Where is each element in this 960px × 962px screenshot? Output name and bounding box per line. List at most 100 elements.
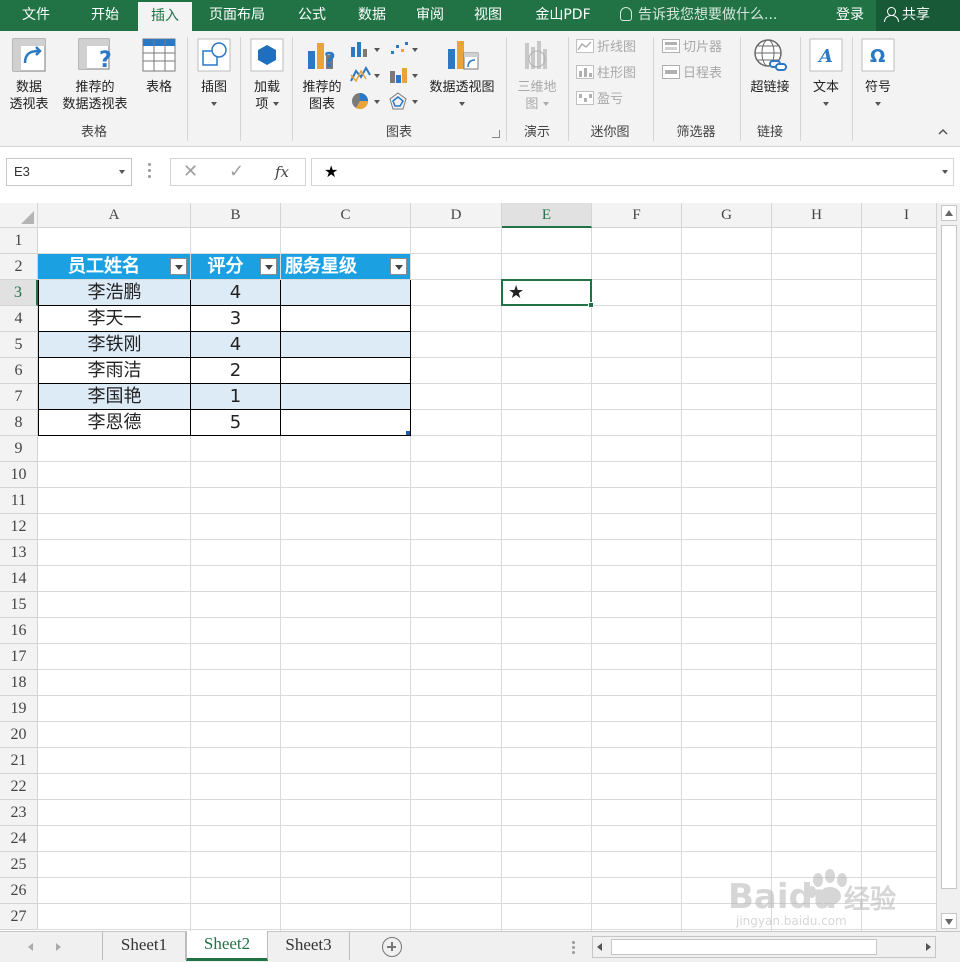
statistic-chart-dropdown[interactable] bbox=[388, 65, 422, 85]
row-header-15[interactable]: 15 bbox=[0, 592, 38, 618]
row-header-16[interactable]: 16 bbox=[0, 618, 38, 644]
table-cell-b5[interactable]: 4 bbox=[191, 332, 281, 358]
recommended-pivot-button[interactable]: ? 推荐的 数据透视表 bbox=[56, 37, 134, 113]
illustrations-button[interactable]: 插图 bbox=[194, 37, 234, 113]
sheet-tab-sheet1[interactable]: Sheet1 bbox=[102, 932, 186, 960]
table-cell-b4[interactable]: 3 bbox=[191, 306, 281, 332]
sheet-tab-sheet3[interactable]: Sheet3 bbox=[268, 932, 350, 960]
row-header-1[interactable]: 1 bbox=[0, 228, 38, 254]
sparkline-line-button[interactable]: 折线图 bbox=[576, 37, 636, 59]
row-header-27[interactable]: 27 bbox=[0, 904, 38, 930]
scroll-up-icon[interactable] bbox=[941, 205, 957, 221]
table-cell-c6[interactable] bbox=[281, 358, 411, 384]
tab-home[interactable]: 开始 bbox=[74, 0, 136, 31]
sparkline-winloss-button[interactable]: 盈亏 bbox=[576, 89, 623, 111]
row-header-9[interactable]: 9 bbox=[0, 436, 38, 462]
row-header-17[interactable]: 17 bbox=[0, 644, 38, 670]
drag-handle-icon[interactable] bbox=[148, 163, 152, 181]
table-cell-a4[interactable]: 李天一 bbox=[38, 306, 191, 332]
row-header-18[interactable]: 18 bbox=[0, 670, 38, 696]
row-header-12[interactable]: 12 bbox=[0, 514, 38, 540]
expand-formula-icon[interactable] bbox=[942, 170, 948, 174]
table-cell-c4[interactable] bbox=[281, 306, 411, 332]
column-header-b[interactable]: B bbox=[191, 203, 281, 228]
pivot-chart-button[interactable]: 数据透视图 bbox=[424, 37, 500, 113]
table-cell-c3[interactable] bbox=[281, 280, 411, 306]
insert-function-icon[interactable]: fx bbox=[275, 159, 289, 185]
scroll-left-icon[interactable] bbox=[597, 943, 602, 951]
tab-formulas[interactable]: 公式 bbox=[284, 0, 340, 31]
pie-chart-dropdown[interactable] bbox=[350, 91, 384, 111]
row-header-14[interactable]: 14 bbox=[0, 566, 38, 592]
filter-dropdown-icon[interactable] bbox=[260, 258, 277, 275]
row-header-21[interactable]: 21 bbox=[0, 748, 38, 774]
row-header-4[interactable]: 4 bbox=[0, 306, 38, 332]
scroll-thumb[interactable] bbox=[941, 225, 957, 889]
column-header-h[interactable]: H bbox=[772, 203, 862, 228]
tell-me-search[interactable]: 告诉我您想要做什么... bbox=[620, 0, 777, 31]
column-header-a[interactable]: A bbox=[38, 203, 191, 228]
3d-map-button[interactable]: 三维地 图 bbox=[512, 37, 562, 113]
row-header-6[interactable]: 6 bbox=[0, 358, 38, 384]
tab-file[interactable]: 文件 bbox=[4, 0, 68, 31]
login-link[interactable]: 登录 bbox=[836, 0, 864, 31]
tab-view[interactable]: 视图 bbox=[462, 0, 514, 31]
sheet-tab-sheet2[interactable]: Sheet2 bbox=[186, 931, 268, 961]
column-header-d[interactable]: D bbox=[411, 203, 502, 228]
select-all-corner[interactable] bbox=[0, 203, 38, 228]
row-header-5[interactable]: 5 bbox=[0, 332, 38, 358]
table-cell-b7[interactable]: 1 bbox=[191, 384, 281, 410]
table-header-a[interactable]: 员工姓名 bbox=[38, 254, 190, 279]
table-cell-c5[interactable] bbox=[281, 332, 411, 358]
text-button[interactable]: A 文本 bbox=[804, 37, 848, 113]
column-header-e[interactable]: E bbox=[502, 203, 592, 228]
row-header-22[interactable]: 22 bbox=[0, 774, 38, 800]
timeline-button[interactable]: 日程表 bbox=[662, 63, 722, 85]
active-cell-e3[interactable]: ★ bbox=[501, 279, 594, 308]
add-sheet-icon[interactable] bbox=[382, 937, 402, 957]
table-cell-a5[interactable]: 李铁刚 bbox=[38, 332, 191, 358]
slicer-button[interactable]: 切片器 bbox=[662, 37, 722, 59]
table-cell-a6[interactable]: 李雨洁 bbox=[38, 358, 191, 384]
vertical-scrollbar[interactable] bbox=[936, 203, 960, 931]
share-button[interactable]: 共享 bbox=[876, 0, 960, 31]
table-cell-a3[interactable]: 李浩鹏 bbox=[38, 280, 191, 306]
formula-input[interactable]: ★ bbox=[311, 158, 954, 186]
row-header-11[interactable]: 11 bbox=[0, 488, 38, 514]
row-header-25[interactable]: 25 bbox=[0, 852, 38, 878]
row-header-3[interactable]: 3 bbox=[0, 280, 38, 306]
row-header-2[interactable]: 2 bbox=[0, 254, 38, 280]
table-cell-b8[interactable]: 5 bbox=[191, 410, 281, 436]
name-box[interactable]: E3 bbox=[6, 158, 132, 186]
table-cell-a7[interactable]: 李国艳 bbox=[38, 384, 191, 410]
row-header-13[interactable]: 13 bbox=[0, 540, 38, 566]
row-header-20[interactable]: 20 bbox=[0, 722, 38, 748]
filter-dropdown-icon[interactable] bbox=[170, 258, 187, 275]
column-header-f[interactable]: F bbox=[592, 203, 682, 228]
tab-data[interactable]: 数据 bbox=[346, 0, 398, 31]
table-cell-a8[interactable]: 李恩德 bbox=[38, 410, 191, 436]
table-cell-b6[interactable]: 2 bbox=[191, 358, 281, 384]
collapse-ribbon-icon[interactable] bbox=[937, 126, 949, 138]
row-header-7[interactable]: 7 bbox=[0, 384, 38, 410]
table-resize-handle[interactable] bbox=[406, 431, 410, 435]
column-header-i[interactable]: I bbox=[862, 203, 936, 228]
tab-kingsoft-pdf[interactable]: 金山PDF bbox=[522, 0, 604, 31]
table-cell-c7[interactable] bbox=[281, 384, 411, 410]
radar-chart-dropdown[interactable] bbox=[388, 91, 422, 111]
filter-dropdown-icon[interactable] bbox=[390, 258, 407, 275]
splitter-handle-icon[interactable] bbox=[572, 941, 575, 956]
table-cell-b3[interactable]: 4 bbox=[191, 280, 281, 306]
scroll-right-icon[interactable] bbox=[926, 943, 931, 951]
table-button[interactable]: 表格 bbox=[138, 37, 180, 96]
dialog-launcher-icon[interactable] bbox=[492, 130, 500, 138]
column-header-g[interactable]: G bbox=[682, 203, 772, 228]
sparkline-column-button[interactable]: 柱形图 bbox=[576, 63, 636, 85]
horizontal-scroll-thumb[interactable] bbox=[611, 939, 877, 955]
row-header-26[interactable]: 26 bbox=[0, 878, 38, 904]
fill-handle[interactable] bbox=[588, 302, 594, 308]
enter-icon[interactable]: ✓ bbox=[229, 159, 244, 185]
hyperlink-button[interactable]: 超链接 bbox=[744, 37, 796, 96]
tab-insert[interactable]: 插入 bbox=[138, 2, 192, 31]
horizontal-scrollbar[interactable] bbox=[592, 936, 936, 958]
